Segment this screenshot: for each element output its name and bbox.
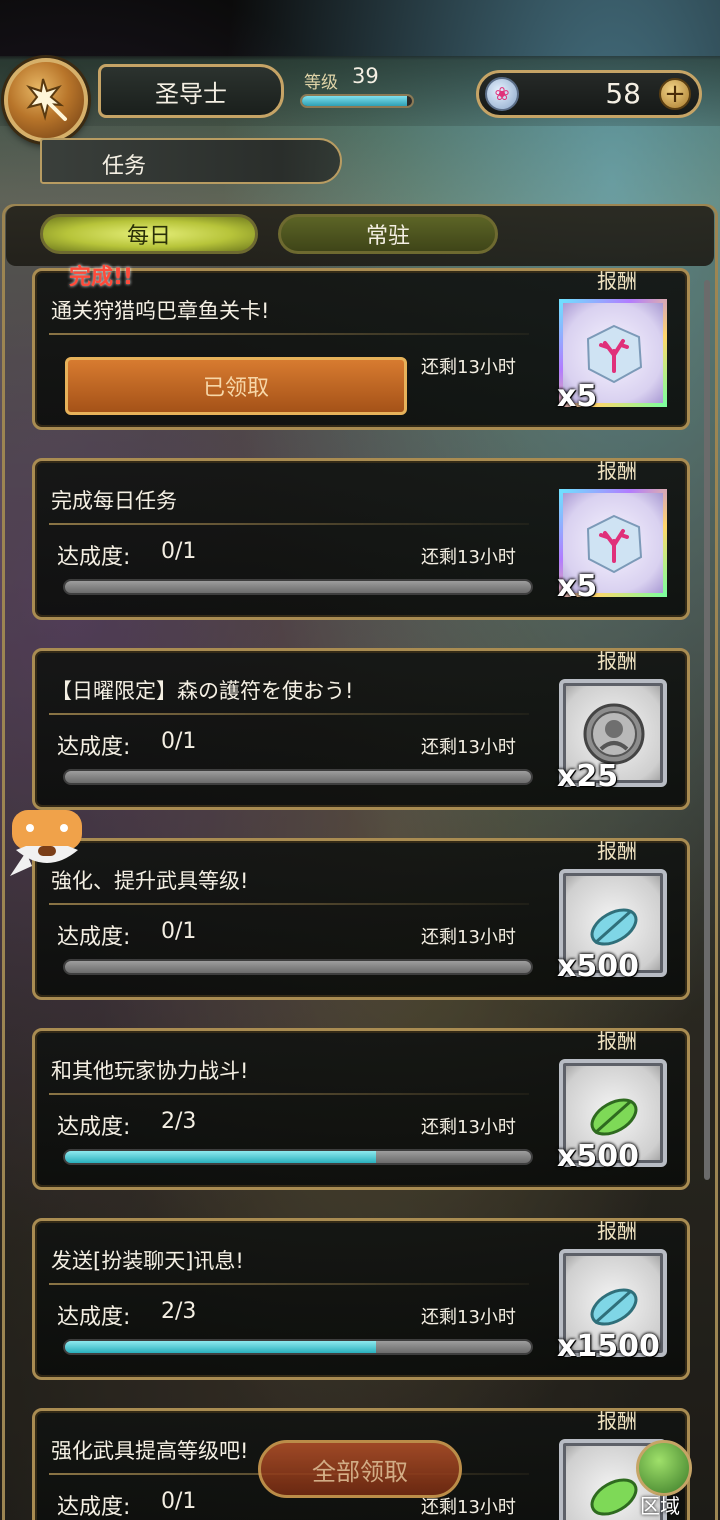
coral-gem-icon bbox=[586, 514, 643, 574]
blue-leaf-icon bbox=[590, 908, 638, 946]
reward-label: 报酬 bbox=[597, 1409, 637, 1433]
time-left: 还剩13小时 bbox=[421, 737, 516, 758]
divider bbox=[49, 1283, 529, 1285]
game-screen: 圣导士 等级 39 ❀ 58 + 任务 每日 常驻 完成!! 通关狩猎呜巴章鱼关… bbox=[0, 0, 720, 1520]
progress-label: 达成度: bbox=[57, 735, 131, 760]
reward-quantity: x500 bbox=[557, 949, 639, 984]
quest-title: 【日曜限定】森の護符を使おう! bbox=[51, 679, 354, 703]
reward-label: 报酬 bbox=[597, 649, 637, 673]
tab-daily-label: 每日 bbox=[126, 224, 171, 249]
tab-daily[interactable]: 每日 bbox=[40, 214, 258, 254]
player-name: 圣导士 bbox=[155, 79, 227, 108]
quest-card: 和其他玩家协力战斗! 达成度: 2/3 还剩13小时 报酬 x500 bbox=[32, 1028, 690, 1190]
divider bbox=[49, 523, 529, 525]
gem-count: 58 bbox=[605, 77, 641, 110]
region-button[interactable]: 区域 bbox=[630, 1440, 698, 1520]
progress-bar bbox=[63, 959, 533, 975]
divider bbox=[49, 903, 529, 905]
claim-all-label: 全部领取 bbox=[312, 1457, 408, 1486]
progress-label: 达成度: bbox=[57, 1305, 131, 1330]
coral-gem-icon: ❀ bbox=[485, 77, 519, 111]
scrollbar[interactable] bbox=[704, 280, 710, 1180]
tab-permanent-label: 常驻 bbox=[365, 224, 410, 249]
claimed-button[interactable]: 已领取 bbox=[65, 357, 407, 415]
plus-icon: + bbox=[664, 79, 686, 109]
divider bbox=[49, 333, 529, 335]
time-left: 还剩13小时 bbox=[421, 547, 516, 568]
divider bbox=[49, 713, 529, 715]
progress-bar bbox=[63, 1149, 533, 1165]
time-left: 还剩13小时 bbox=[421, 1117, 516, 1138]
blue-leaf-icon bbox=[590, 1288, 638, 1326]
progress-bar bbox=[63, 1339, 533, 1355]
progress-value: 0/1 bbox=[161, 1489, 197, 1514]
coral-gem-icon bbox=[586, 324, 643, 384]
complete-tag: 完成!! bbox=[69, 265, 134, 290]
region-label: 区域 bbox=[640, 1494, 680, 1518]
quest-card: 強化、提升武具等级! 达成度: 0/1 还剩13小时 报酬 x500 bbox=[32, 838, 690, 1000]
reward-quantity: x500 bbox=[557, 1139, 639, 1174]
add-gems-button[interactable]: + bbox=[659, 78, 691, 110]
time-left: 还剩13小时 bbox=[421, 357, 516, 378]
globe-icon bbox=[636, 1440, 692, 1496]
quest-title: 和其他玩家协力战斗! bbox=[51, 1059, 249, 1083]
reward-label: 报酬 bbox=[597, 269, 637, 293]
quest-card: 完成!! 通关狩猎呜巴章鱼关卡! 已领取 还剩13小时 报酬 x5 bbox=[32, 265, 690, 430]
progress-value: 2/3 bbox=[161, 1109, 197, 1134]
reward-label: 报酬 bbox=[597, 1029, 637, 1053]
reward-quantity: x25 bbox=[557, 759, 619, 794]
progress-bar bbox=[63, 579, 533, 595]
level-label: 等级 bbox=[304, 73, 338, 93]
reward-quantity: x5 bbox=[557, 569, 598, 604]
section-title-plate: 任务 bbox=[40, 138, 342, 184]
sparkle-wand-icon bbox=[26, 78, 67, 121]
green-leaf-icon bbox=[590, 1098, 638, 1136]
quest-title: 强化武具提高等级吧! bbox=[51, 1439, 249, 1463]
quest-card: 发送[扮装聊天]讯息! 达成度: 2/3 还剩13小时 报酬 x1500 bbox=[32, 1218, 690, 1380]
progress-value: 0/1 bbox=[161, 919, 197, 944]
quest-title: 发送[扮装聊天]讯息! bbox=[51, 1249, 244, 1273]
reward-label: 报酬 bbox=[597, 459, 637, 483]
quest-card: 【日曜限定】森の護符を使おう! 达成度: 0/1 还剩13小时 报酬 x25 bbox=[32, 648, 690, 810]
claimed-label: 已领取 bbox=[202, 376, 269, 401]
claim-all-button[interactable]: 全部领取 bbox=[258, 1440, 462, 1498]
reward-label: 报酬 bbox=[597, 839, 637, 863]
level-indicator: 等级 39 bbox=[296, 64, 420, 114]
player-name-plate[interactable]: 圣导士 bbox=[98, 64, 284, 118]
progress-label: 达成度: bbox=[57, 1115, 131, 1140]
progress-value: 0/1 bbox=[161, 539, 197, 564]
gem-currency-bar: ❀ 58 + bbox=[476, 70, 702, 118]
silver-medal-icon bbox=[583, 703, 645, 765]
level-progress-fill bbox=[302, 96, 407, 106]
divider bbox=[49, 1093, 529, 1095]
progress-label: 达成度: bbox=[57, 925, 131, 950]
time-left: 还剩13小时 bbox=[421, 927, 516, 948]
progress-bar bbox=[63, 769, 533, 785]
progress-value: 0/1 bbox=[161, 729, 197, 754]
floating-assistant-icon[interactable] bbox=[8, 806, 86, 886]
tab-permanent[interactable]: 常驻 bbox=[278, 214, 498, 254]
section-title: 任务 bbox=[102, 154, 147, 179]
progress-label: 达成度: bbox=[57, 1495, 131, 1520]
quest-title: 通关狩猎呜巴章鱼关卡! bbox=[51, 299, 270, 323]
progress-value: 2/3 bbox=[161, 1299, 197, 1324]
progress-fill bbox=[65, 1341, 376, 1353]
level-value: 39 bbox=[352, 64, 379, 88]
reward-quantity: x5 bbox=[557, 379, 598, 414]
quest-title: 完成每日任务 bbox=[51, 489, 177, 513]
menu-badge-button[interactable] bbox=[4, 58, 88, 142]
time-left: 还剩13小时 bbox=[421, 1307, 516, 1328]
reward-label: 报酬 bbox=[597, 1219, 637, 1243]
progress-label: 达成度: bbox=[57, 545, 131, 570]
progress-fill bbox=[65, 1151, 376, 1163]
reward-quantity: x1500 bbox=[557, 1329, 660, 1364]
quest-card: 完成每日任务 达成度: 0/1 还剩13小时 报酬 x5 bbox=[32, 458, 690, 620]
level-progress-bar bbox=[300, 94, 414, 108]
